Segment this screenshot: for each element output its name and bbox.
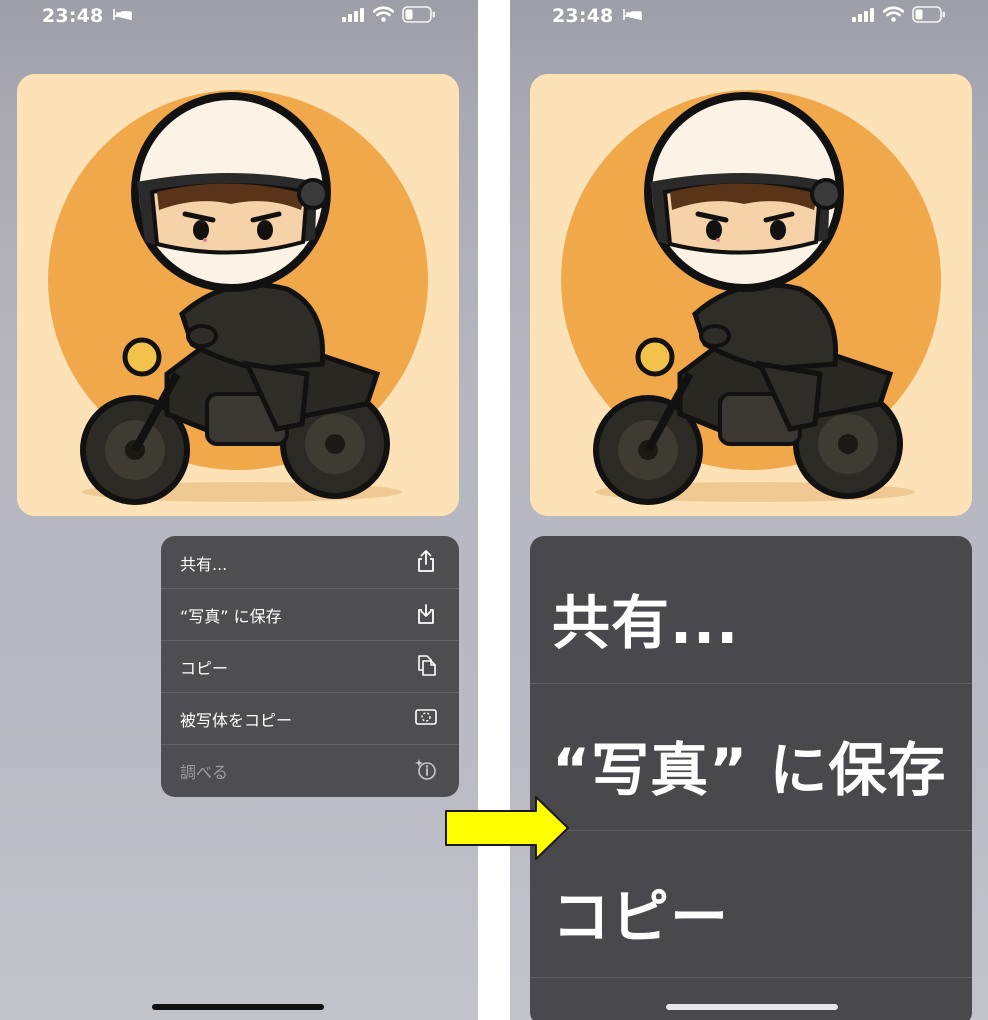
menu-item-share[interactable]: 共有... (530, 536, 972, 684)
rider-illustration (530, 74, 972, 516)
menu-item-label: 被写体をコピー (180, 711, 293, 730)
battery-icon (912, 6, 945, 23)
battery-icon (402, 6, 435, 23)
context-menu: 共有... “写真” に保存 コピー 被写体をコピー 調べる (161, 536, 459, 797)
copy-icon (418, 655, 436, 676)
menu-item-copy[interactable]: コピー (530, 830, 972, 978)
home-indicator[interactable] (152, 1004, 324, 1010)
sleep-focus-icon (113, 9, 132, 20)
right-arrow-icon (445, 796, 569, 860)
share-icon (418, 550, 434, 572)
wifi-icon (373, 6, 394, 22)
menu-item-label: コピー (180, 659, 229, 678)
menu-item-label: 共有... (180, 555, 228, 574)
phone-screen-left: 23:48 共有... “写真” に保存 コピー 被写体をコピー 調べる (0, 0, 478, 1020)
status-bar: 23:48 (510, 0, 988, 34)
menu-item-look-up[interactable]: 調べる (161, 744, 459, 796)
menu-item-save-to-photos[interactable]: “写真” に保存 (530, 683, 972, 831)
menu-item-copy[interactable]: コピー (161, 640, 459, 693)
menu-item-label: コピー (552, 883, 730, 951)
menu-item-label: 共有... (552, 589, 740, 657)
home-indicator[interactable] (666, 1004, 838, 1010)
cellular-signal-icon (342, 8, 364, 22)
menu-item-share[interactable]: 共有... (161, 536, 459, 589)
status-bar: 23:48 (0, 0, 478, 34)
status-time: 23:48 (552, 5, 614, 27)
menu-item-label: “写真” に保存 (180, 607, 282, 626)
menu-item-label: 調べる (180, 763, 229, 782)
image-preview[interactable] (530, 74, 972, 516)
menu-item-label: “写真” に保存 (552, 736, 947, 804)
sleep-focus-icon (623, 9, 642, 20)
copy-subject-icon (415, 709, 437, 725)
image-preview[interactable] (17, 74, 459, 516)
phone-screen-right-zoomed: 23:48 共有... “写真” に保存 コピー (510, 0, 988, 1020)
look-up-icon (415, 759, 436, 780)
context-menu-zoomed: 共有... “写真” に保存 コピー (530, 536, 972, 1020)
menu-item-save-to-photos[interactable]: “写真” に保存 (161, 588, 459, 641)
menu-item-copy-subject[interactable]: 被写体をコピー (161, 692, 459, 745)
cellular-signal-icon (852, 8, 874, 22)
status-time: 23:48 (42, 5, 104, 27)
wifi-icon (883, 6, 904, 22)
rider-illustration (17, 74, 459, 516)
save-to-photos-icon (418, 604, 434, 624)
